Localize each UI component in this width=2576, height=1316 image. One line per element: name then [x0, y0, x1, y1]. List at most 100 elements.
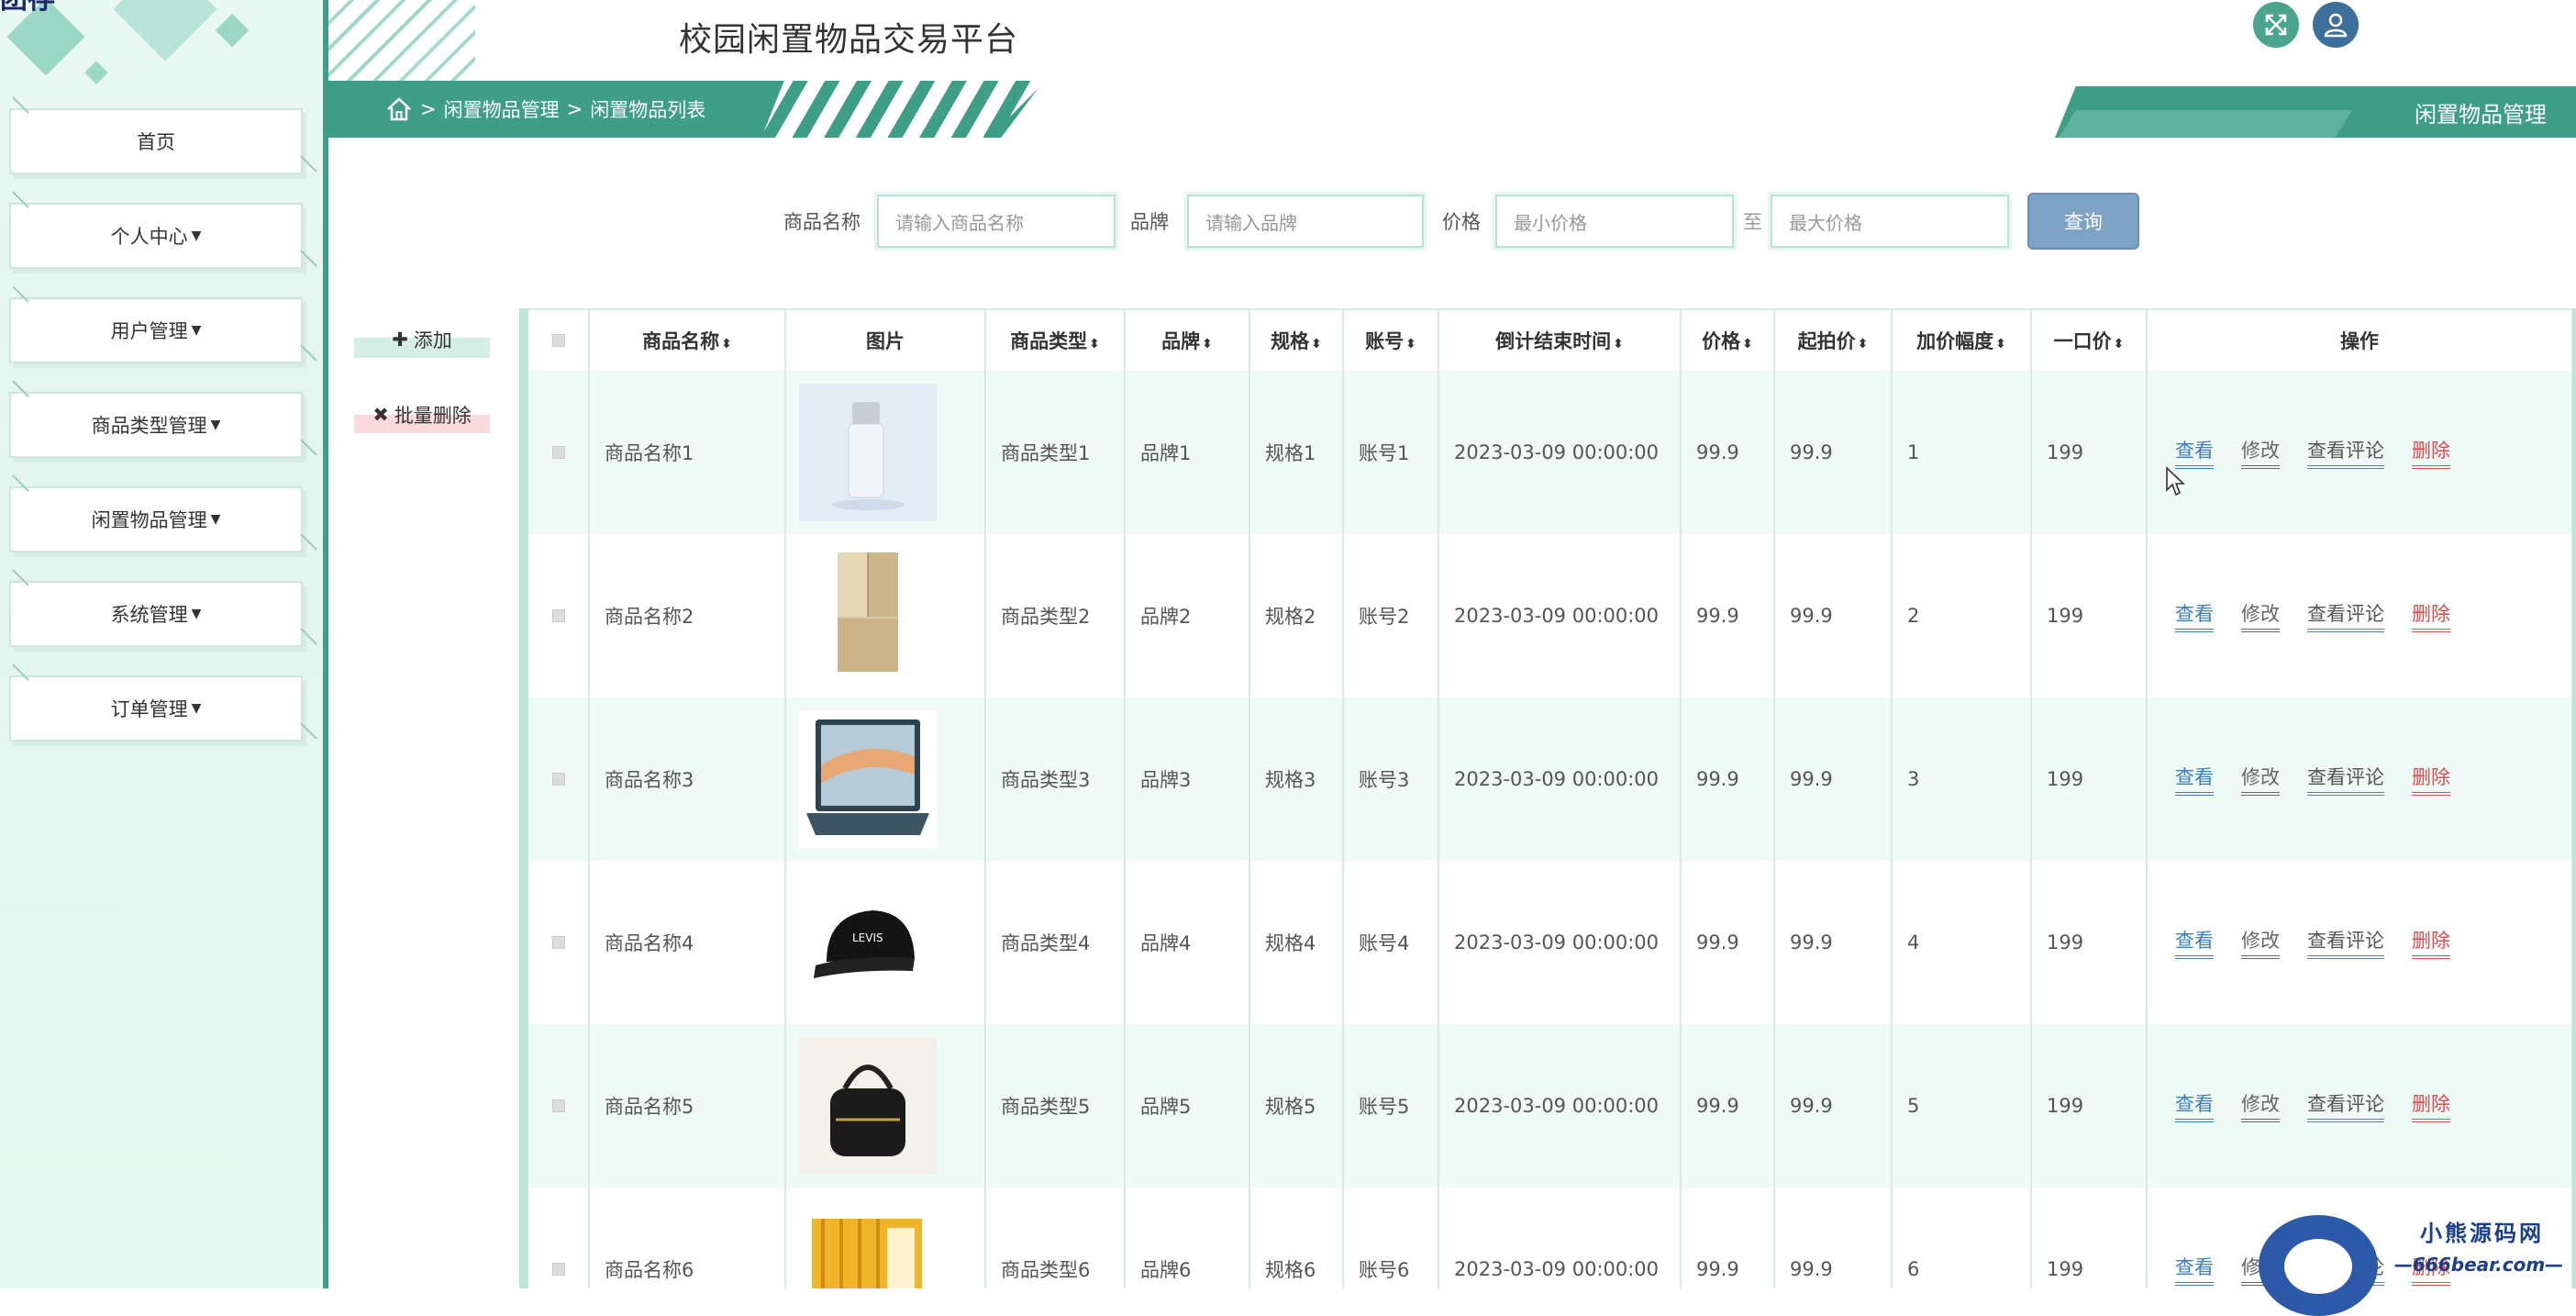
cell-buyout: 199 — [2031, 1188, 2148, 1288]
col-header-spec[interactable]: 规格 ⬍ — [1249, 308, 1344, 371]
delete-link[interactable]: 删除 — [2412, 763, 2450, 796]
view-comments-link[interactable]: 查看评论 — [2307, 436, 2384, 469]
sort-icon[interactable]: ⬍ — [1742, 337, 1753, 351]
watermark-url: —666bear.com— — [2394, 1254, 2564, 1276]
cell-spec: 规格6 — [1249, 1188, 1344, 1288]
view-link[interactable]: 查看 — [2175, 926, 2214, 959]
sidebar: 团存 首页 个人中心▼ 用户管理▼ 商品类型管理▼ 闲置物品管理▼ 系统管理▼ … — [0, 0, 323, 1288]
sidebar-item-idle-goods-management[interactable]: 闲置物品管理 ▼ — [9, 486, 303, 552]
bear-face-icon — [2284, 1239, 2352, 1294]
cell-image: LEVIS — [785, 861, 986, 1024]
select-all-header — [528, 308, 590, 371]
cell-type: 商品类型6 — [985, 1188, 1126, 1288]
cell-buyout: 199 — [2031, 371, 2148, 534]
sidebar-item-category-management[interactable]: 商品类型管理 ▼ — [9, 392, 303, 458]
col-header-buyout[interactable]: 一口价 ⬍ — [2031, 308, 2148, 371]
sort-icon[interactable]: ⬍ — [1405, 337, 1416, 351]
cell-actions: 查看 修改 查看评论 删除 — [2147, 371, 2572, 534]
col-header-name[interactable]: 商品名称 ⬍ — [589, 308, 786, 371]
delete-link[interactable]: 删除 — [2412, 926, 2450, 959]
sort-icon[interactable]: ⬍ — [2114, 337, 2125, 351]
view-comments-link[interactable]: 查看评论 — [2307, 1089, 2384, 1122]
sort-icon[interactable]: ⬍ — [1995, 337, 2006, 351]
view-link[interactable]: 查看 — [2175, 436, 2214, 469]
col-header-increment[interactable]: 加价幅度 ⬍ — [1892, 308, 2032, 371]
sort-icon[interactable]: ⬍ — [721, 337, 732, 351]
view-link[interactable]: 查看 — [2175, 763, 2214, 796]
cell-price: 99.9 — [1681, 371, 1775, 534]
sidebar-item-order-management[interactable]: 订单管理 ▼ — [9, 675, 303, 742]
sort-icon[interactable]: ⬍ — [1202, 337, 1213, 351]
row-checkbox[interactable] — [551, 609, 565, 622]
view-link[interactable]: 查看 — [2175, 1089, 2214, 1122]
search-brand-input[interactable]: 请输入品牌 — [1187, 195, 1424, 248]
cell-increment: 2 — [1892, 534, 2032, 697]
col-header-end-time[interactable]: 倒计结束时间 ⬍ — [1438, 308, 1682, 371]
row-checkbox[interactable] — [551, 773, 565, 786]
decor-square — [215, 13, 250, 48]
search-name-input[interactable]: 请输入商品名称 — [877, 195, 1116, 248]
cell-actions: 查看 修改 查看评论 删除 — [2147, 697, 2572, 861]
cell-name: 商品名称5 — [589, 1024, 786, 1188]
sort-icon[interactable]: ⬍ — [1089, 337, 1100, 351]
cell-price: 99.9 — [1681, 1188, 1775, 1288]
cell-brand: 品牌6 — [1125, 1188, 1250, 1288]
user-button[interactable] — [2313, 2, 2359, 48]
row-checkbox[interactable] — [551, 936, 565, 949]
caret-down-icon: ▼ — [210, 418, 221, 432]
col-header-start-price[interactable]: 起拍价 ⬍ — [1774, 308, 1893, 371]
add-button[interactable]: ✚ 添加 — [354, 321, 490, 358]
sidebar-item-personal-center[interactable]: 个人中心 ▼ — [9, 203, 303, 269]
col-header-account[interactable]: 账号 ⬍ — [1343, 308, 1439, 371]
delete-link[interactable]: 删除 — [2412, 1089, 2450, 1122]
search-button[interactable]: 查询 — [2027, 193, 2139, 250]
row-select-cell — [528, 697, 590, 861]
home-icon[interactable] — [385, 95, 413, 123]
cell-start-price: 99.9 — [1774, 1024, 1893, 1188]
delete-link[interactable]: 删除 — [2412, 599, 2450, 632]
row-checkbox[interactable] — [551, 1263, 565, 1276]
search-max-price-input[interactable]: 最大价格 — [1771, 195, 2009, 248]
col-header-brand[interactable]: 品牌 ⬍ — [1125, 308, 1250, 371]
sort-icon[interactable]: ⬍ — [1613, 337, 1624, 351]
sidebar-item-user-management[interactable]: 用户管理 ▼ — [9, 297, 303, 363]
book-set-thumbnail — [799, 1200, 972, 1288]
batch-delete-button[interactable]: ✖ 批量删除 — [354, 396, 490, 433]
cell-image — [785, 534, 986, 697]
edit-link[interactable]: 修改 — [2241, 1089, 2280, 1122]
view-link[interactable]: 查看 — [2175, 1253, 2214, 1286]
view-comments-link[interactable]: 查看评论 — [2307, 926, 2384, 959]
row-checkbox[interactable] — [551, 1099, 565, 1112]
col-header-price[interactable]: 价格 ⬍ — [1681, 308, 1775, 371]
edit-link[interactable]: 修改 — [2241, 599, 2280, 632]
header — [328, 0, 2576, 81]
select-all-checkbox[interactable] — [551, 334, 565, 347]
search-min-price-input[interactable]: 最小价格 — [1495, 195, 1734, 248]
delete-link[interactable]: 删除 — [2412, 436, 2450, 469]
view-link[interactable]: 查看 — [2175, 599, 2214, 632]
edit-link[interactable]: 修改 — [2241, 763, 2280, 796]
col-header-type[interactable]: 商品类型 ⬍ — [985, 308, 1126, 371]
fullscreen-button[interactable] — [2253, 2, 2299, 48]
cell-start-price: 99.9 — [1774, 371, 1893, 534]
cell-type: 商品类型2 — [985, 534, 1126, 697]
row-checkbox[interactable] — [551, 446, 565, 459]
edit-link[interactable]: 修改 — [2241, 436, 2280, 469]
sidebar-item-home[interactable]: 首页 — [9, 108, 303, 174]
caret-down-icon: ▼ — [191, 229, 202, 243]
sidebar-divider — [323, 0, 328, 1288]
cell-actions: 查看 修改 查看评论 删除 — [2147, 534, 2572, 697]
view-comments-link[interactable]: 查看评论 — [2307, 763, 2384, 796]
sidebar-item-label: 系统管理 — [110, 604, 188, 626]
cell-end-time: 2023-03-09 00:00:00 — [1438, 1024, 1682, 1188]
caret-down-icon: ▼ — [191, 607, 202, 621]
sort-icon[interactable]: ⬍ — [1858, 337, 1869, 351]
sidebar-item-system-management[interactable]: 系统管理 ▼ — [9, 581, 303, 647]
edit-link[interactable]: 修改 — [2241, 926, 2280, 959]
cell-account: 账号6 — [1343, 1188, 1439, 1288]
breadcrumb-item-idle-goods-management[interactable]: 闲置物品管理 — [444, 95, 560, 123]
cell-spec: 规格1 — [1249, 371, 1344, 534]
sort-icon[interactable]: ⬍ — [1311, 337, 1322, 351]
cell-start-price: 99.9 — [1774, 1188, 1893, 1288]
view-comments-link[interactable]: 查看评论 — [2307, 599, 2384, 632]
